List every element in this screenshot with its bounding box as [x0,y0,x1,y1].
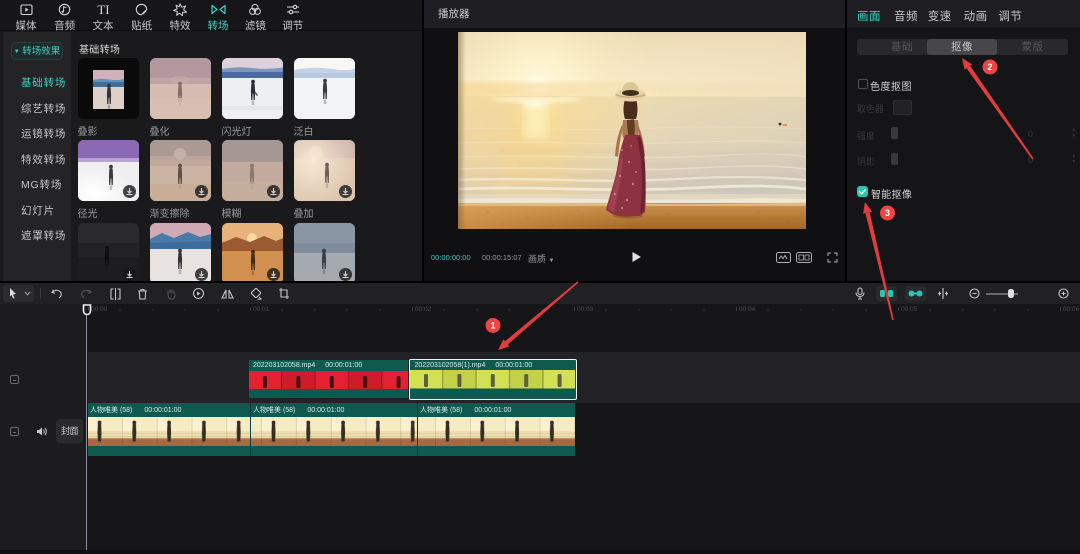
svg-text:TI: TI [97,3,109,16]
